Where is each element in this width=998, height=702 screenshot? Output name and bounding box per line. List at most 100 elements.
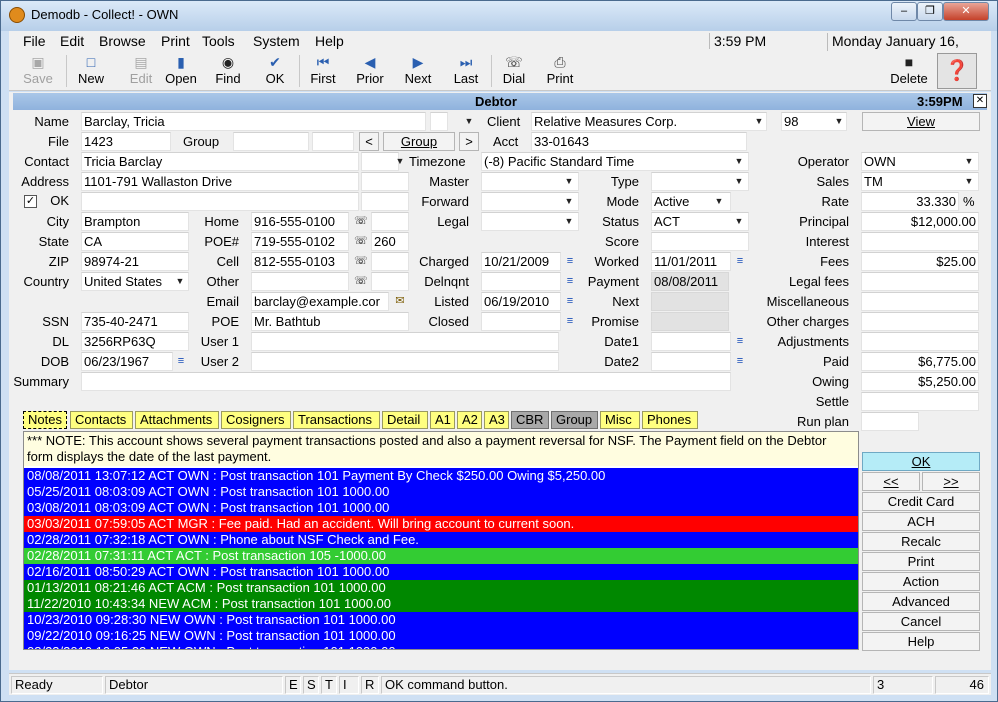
closed-calendar-icon[interactable]: ≡ [562,313,578,330]
form-close-button[interactable]: ✕ [973,94,987,108]
name-extra-field[interactable] [430,112,448,131]
cell-ext-field[interactable] [371,252,409,271]
email-icon[interactable]: ✉ [392,293,408,310]
note-row[interactable]: 11/22/2010 10:43:34 NEW ACM : Post trans… [24,596,858,612]
home-phone-field[interactable]: 916-555-0100 [251,212,349,231]
state-field[interactable]: CA [81,232,189,251]
new-button[interactable]: □ New [67,53,115,89]
acct-field[interactable]: 33-01643 [531,132,747,151]
prior-button[interactable]: ◀ Prior [349,53,391,89]
cancel-button[interactable]: Cancel [862,612,980,631]
poe-phone-field[interactable]: 719-555-0102 [251,232,349,251]
note-row[interactable]: 03/03/2011 07:59:05 ACT MGR : Fee paid. … [24,516,858,532]
note-row[interactable]: 10/23/2010 09:28:30 NEW OWN : Post trans… [24,612,858,628]
forward-dropdown-icon[interactable]: ▼ [561,193,577,210]
legal-dropdown-icon[interactable]: ▼ [561,213,577,230]
address-field[interactable]: 1101-791 Wallaston Drive [81,172,359,191]
dob-field[interactable]: 06/23/1967 [81,352,173,371]
minimize-button[interactable]: – [891,2,917,21]
note-row[interactable]: 03/08/2011 08:03:09 ACT OWN : Post trans… [24,500,858,516]
menu-help[interactable]: Help [315,33,344,49]
dl-field[interactable]: 3256RP63Q [81,332,189,351]
group-button[interactable]: Group [383,132,455,151]
score-field[interactable] [651,232,749,251]
name-dropdown-icon[interactable]: ▼ [461,113,477,130]
tab-transactions[interactable]: Transactions [293,411,380,429]
last-button[interactable]: ⏭ Last [445,53,487,89]
group-next-button[interactable]: > [459,132,479,151]
principal-field[interactable]: $12,000.00 [861,212,979,231]
other-charges-field[interactable] [861,312,979,331]
view-button[interactable]: View [862,112,980,131]
date1-field[interactable] [651,332,731,351]
tab-phones[interactable]: Phones [642,411,698,429]
timezone-field[interactable]: (-8) Pacific Standard Time [481,152,749,171]
delete-button[interactable]: ■ Delete [885,53,933,89]
ach-button[interactable]: ACH [862,512,980,531]
address2-extra-field[interactable] [361,192,409,211]
country-dropdown-icon[interactable]: ▼ [172,273,188,290]
tab-notes[interactable]: Notes [23,411,67,429]
poe-ext-field[interactable]: 260 [371,232,409,251]
delnqnt-calendar-icon[interactable]: ≡ [562,273,578,290]
mode-dropdown-icon[interactable]: ▼ [711,193,727,210]
next-button[interactable]: ▶ Next [397,53,439,89]
ok-form-button[interactable]: OK [862,452,980,471]
tab-detail[interactable]: Detail [382,411,428,429]
master-dropdown-icon[interactable]: ▼ [561,173,577,190]
next-record-button[interactable]: >> [922,472,980,491]
help-context-button[interactable]: ❓ [937,53,977,89]
tab-attachments[interactable]: Attachments [135,411,219,429]
menu-tools[interactable]: Tools [202,33,235,49]
tab-a1[interactable]: A1 [430,411,455,429]
client-number-dropdown-icon[interactable]: ▼ [831,113,847,130]
first-button[interactable]: ⏮ First [301,53,345,89]
paid-field[interactable]: $6,775.00 [861,352,979,371]
note-row[interactable]: 01/13/2011 08:21:46 ACT ACM : Post trans… [24,580,858,596]
fees-field[interactable]: $25.00 [861,252,979,271]
delnqnt-field[interactable] [481,272,561,291]
prev-record-button[interactable]: << [862,472,920,491]
poe-phone-icon[interactable]: ☏ [353,233,369,250]
address-extra-field[interactable] [361,172,409,191]
email-field[interactable]: barclay@example.cor [251,292,389,311]
note-row[interactable]: 08/23/2010 10:05:22 NEW OWN : Post trans… [24,644,858,649]
restore-button[interactable]: ❐ [917,2,943,21]
ok-checkbox[interactable]: ✓ [24,195,37,208]
group-code-field[interactable] [312,132,354,151]
client-dropdown-icon[interactable]: ▼ [751,113,767,130]
interest-field[interactable] [861,232,979,251]
name-field[interactable]: Barclay, Tricia [81,112,426,131]
user2-field[interactable] [251,352,559,371]
save-button[interactable]: ▣ Save [13,53,63,89]
contact-dropdown-icon[interactable]: ▼ [392,153,408,170]
close-window-button[interactable]: ✕ [943,2,989,21]
adjustments-field[interactable] [861,332,979,351]
sales-dropdown-icon[interactable]: ▼ [961,173,977,190]
note-row[interactable]: 02/28/2011 07:31:11 ACT ACT : Post trans… [24,548,858,564]
print-button[interactable]: ⎙ Print [539,53,581,89]
recalc-button[interactable]: Recalc [862,532,980,551]
poe-field[interactable]: Mr. Bathtub [251,312,409,331]
tab-contacts[interactable]: Contacts [70,411,133,429]
dob-calendar-icon[interactable]: ≡ [173,353,189,370]
listed-field[interactable]: 06/19/2010 [481,292,561,311]
home-ext-field[interactable] [371,212,409,231]
cell-phone-icon[interactable]: ☏ [353,253,369,270]
dial-button[interactable]: ☏ Dial [493,53,535,89]
menu-browse[interactable]: Browse [99,33,146,49]
tab-group[interactable]: Group [551,411,598,429]
menu-print[interactable]: Print [161,33,190,49]
home-phone-icon[interactable]: ☏ [353,213,369,230]
advanced-button[interactable]: Advanced [862,592,980,611]
other-phone-icon[interactable]: ☏ [353,273,369,290]
tab-cbr[interactable]: CBR [511,411,549,429]
group-field[interactable] [233,132,309,151]
help-button[interactable]: Help [862,632,980,651]
listed-calendar-icon[interactable]: ≡ [562,293,578,310]
summary-field[interactable] [81,372,731,391]
contact-field[interactable]: Tricia Barclay [81,152,359,171]
address2-field[interactable] [81,192,359,211]
open-button[interactable]: ▮ Open [159,53,203,89]
ok-button[interactable]: ✔ OK [255,53,295,89]
